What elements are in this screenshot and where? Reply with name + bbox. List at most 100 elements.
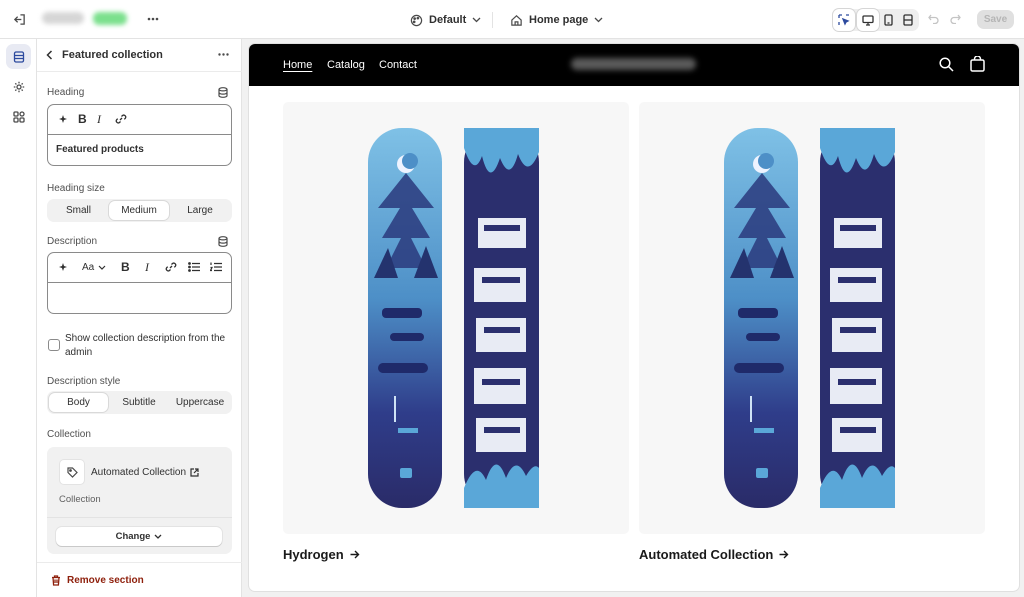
collection-card: Automated Collection Collection Change bbox=[47, 447, 232, 554]
external-link-icon bbox=[190, 468, 199, 477]
panel-footer: Remove section bbox=[37, 562, 242, 597]
nav-link-home[interactable]: Home bbox=[283, 59, 312, 71]
desktop-view-toggle[interactable] bbox=[857, 9, 879, 31]
inspector-toggle[interactable] bbox=[833, 9, 855, 31]
home-icon bbox=[510, 14, 523, 27]
font-size-dropdown[interactable]: Aa bbox=[82, 262, 106, 273]
link-icon[interactable] bbox=[165, 261, 177, 273]
snowboard-image bbox=[724, 128, 895, 508]
italic-icon[interactable]: I bbox=[97, 112, 101, 127]
page-selector[interactable]: Home page bbox=[510, 10, 603, 30]
heading-size-segmented: Small Medium Large bbox=[47, 199, 232, 222]
chevron-down-icon bbox=[472, 17, 481, 23]
more-options-icon[interactable] bbox=[218, 53, 229, 56]
more-actions-icon[interactable] bbox=[145, 11, 161, 27]
heading-size-medium[interactable]: Medium bbox=[109, 201, 169, 220]
apps-icon bbox=[12, 110, 25, 123]
product-title: Automated Collection bbox=[639, 547, 774, 562]
nav-link-catalog[interactable]: Catalog bbox=[327, 59, 365, 71]
description-toolbar: Aa B I bbox=[48, 253, 231, 283]
heading-size-small[interactable]: Small bbox=[49, 201, 108, 220]
apps-tab[interactable] bbox=[6, 104, 31, 129]
collection-label: Collection bbox=[47, 429, 91, 440]
sections-tab[interactable] bbox=[6, 44, 31, 69]
trash-icon bbox=[51, 575, 61, 586]
arrow-right-icon bbox=[350, 550, 360, 559]
device-toggle-group bbox=[833, 9, 919, 31]
nav-link-contact[interactable]: Contact bbox=[379, 59, 417, 71]
desktop-icon bbox=[862, 14, 874, 26]
store-name-blurred bbox=[42, 12, 84, 24]
exit-icon[interactable] bbox=[11, 11, 27, 27]
page-label: Home page bbox=[529, 14, 589, 26]
ai-sparkle-icon[interactable] bbox=[58, 114, 69, 125]
store-header: Home Catalog Contact bbox=[249, 44, 1019, 86]
gear-icon bbox=[13, 81, 25, 93]
snowboard-back bbox=[368, 128, 442, 508]
snowboard-front bbox=[464, 128, 539, 508]
dynamic-source-icon[interactable] bbox=[218, 87, 228, 98]
heading-size-large[interactable]: Large bbox=[170, 201, 230, 220]
mobile-view-toggle[interactable] bbox=[877, 9, 899, 31]
description-style-uppercase[interactable]: Uppercase bbox=[170, 393, 230, 412]
dynamic-source-icon[interactable] bbox=[218, 236, 228, 247]
theme-selector[interactable]: Default bbox=[410, 10, 481, 30]
store-logo-blurred bbox=[571, 58, 696, 70]
change-collection-button[interactable]: Change bbox=[56, 527, 222, 546]
back-chevron-icon[interactable] bbox=[46, 50, 53, 60]
mobile-icon bbox=[883, 14, 893, 26]
product-title-link[interactable]: Automated Collection bbox=[639, 547, 789, 562]
collection-name-link[interactable]: Automated Collection bbox=[91, 467, 199, 478]
description-style-label: Description style bbox=[47, 376, 121, 387]
font-size-label: Aa bbox=[82, 262, 95, 273]
panel-title: Featured collection bbox=[62, 49, 163, 61]
search-icon[interactable] bbox=[939, 57, 954, 72]
snowboard-back bbox=[724, 128, 798, 508]
italic-icon[interactable]: I bbox=[145, 260, 149, 275]
bullet-list-icon[interactable] bbox=[188, 262, 200, 272]
arrow-right-icon bbox=[779, 550, 789, 559]
save-button[interactable]: Save bbox=[977, 10, 1014, 29]
remove-section-label: Remove section bbox=[67, 575, 144, 586]
remove-section-button[interactable]: Remove section bbox=[51, 575, 144, 586]
palette-icon bbox=[410, 14, 423, 27]
redo-icon[interactable] bbox=[948, 12, 962, 26]
section-settings-panel: Featured collection Heading B I Featured… bbox=[37, 39, 242, 597]
heading-toolbar: B I bbox=[48, 105, 231, 135]
collection-type: Collection bbox=[59, 494, 101, 505]
ai-sparkle-icon[interactable] bbox=[58, 262, 69, 273]
chevron-down-icon bbox=[594, 17, 603, 23]
change-label: Change bbox=[115, 531, 151, 542]
product-title-link[interactable]: Hydrogen bbox=[283, 547, 360, 562]
divider bbox=[47, 517, 232, 518]
product-title: Hydrogen bbox=[283, 547, 344, 562]
description-editor[interactable]: Aa B I bbox=[47, 252, 232, 314]
divider bbox=[492, 12, 493, 28]
description-label: Description bbox=[47, 236, 98, 247]
description-style-body[interactable]: Body bbox=[49, 393, 108, 412]
show-description-checkbox[interactable] bbox=[48, 339, 60, 351]
product-card-image[interactable] bbox=[639, 102, 985, 534]
store-status-badge-blurred bbox=[93, 12, 127, 25]
bold-icon[interactable]: B bbox=[121, 260, 130, 274]
product-card-image[interactable] bbox=[283, 102, 629, 534]
fullscreen-toggle[interactable] bbox=[897, 9, 919, 31]
snowboard-image bbox=[368, 128, 539, 508]
bold-icon[interactable]: B bbox=[78, 112, 87, 126]
heading-size-label: Heading size bbox=[47, 183, 105, 194]
heading-value: Featured products bbox=[56, 144, 144, 155]
undo-icon[interactable] bbox=[926, 12, 940, 26]
theme-label: Default bbox=[429, 14, 467, 26]
collection-name: Automated Collection bbox=[91, 467, 187, 478]
description-style-subtitle[interactable]: Subtitle bbox=[109, 393, 169, 412]
sections-icon bbox=[13, 50, 25, 63]
tag-icon bbox=[66, 466, 78, 478]
editor-topbar: Default Home page Save bbox=[0, 0, 1024, 39]
numbered-list-icon[interactable] bbox=[210, 262, 222, 272]
cart-icon[interactable] bbox=[970, 56, 985, 72]
link-icon[interactable] bbox=[115, 113, 127, 125]
left-rail bbox=[0, 39, 37, 597]
heading-editor[interactable]: B I Featured products bbox=[47, 104, 232, 166]
store-preview: Home Catalog Contact Hydrogen Automated … bbox=[249, 44, 1019, 591]
theme-settings-tab[interactable] bbox=[6, 74, 31, 99]
